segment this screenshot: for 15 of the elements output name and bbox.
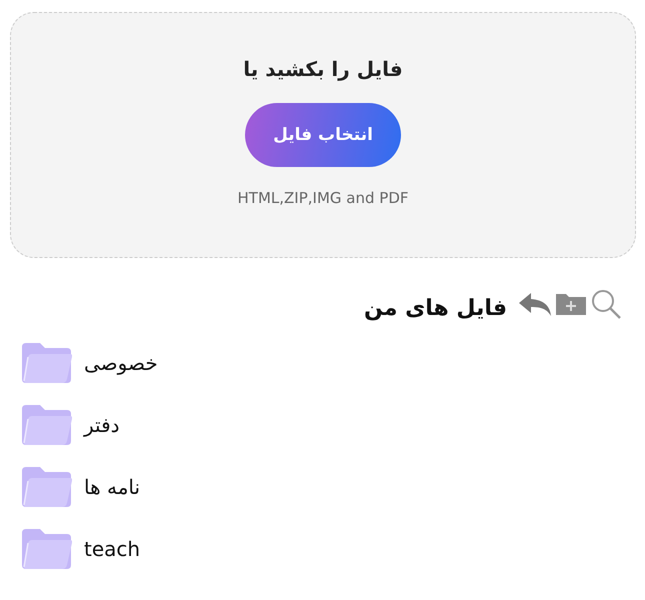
section-title: فایل های من bbox=[364, 296, 507, 321]
folder-name[interactable]: teach bbox=[84, 537, 140, 561]
choose-file-button[interactable]: انتخاب فایل bbox=[245, 103, 401, 167]
folder-icon[interactable] bbox=[22, 467, 72, 507]
folder-name[interactable]: دفتر bbox=[84, 413, 120, 437]
folder-icon[interactable] bbox=[22, 529, 72, 569]
folder-icon[interactable] bbox=[22, 405, 72, 445]
reply-arrow-icon[interactable] bbox=[517, 290, 553, 316]
upload-title: فایل را بکشید یا bbox=[243, 57, 403, 81]
folder-name[interactable]: خصوصی bbox=[84, 351, 158, 375]
formats-text: HTML,ZIP,IMG and PDF bbox=[238, 189, 408, 207]
new-folder-icon[interactable] bbox=[555, 292, 587, 316]
search-icon[interactable] bbox=[589, 288, 623, 320]
folder-icon[interactable] bbox=[22, 343, 72, 383]
folder-name[interactable]: نامه ها bbox=[84, 475, 140, 499]
